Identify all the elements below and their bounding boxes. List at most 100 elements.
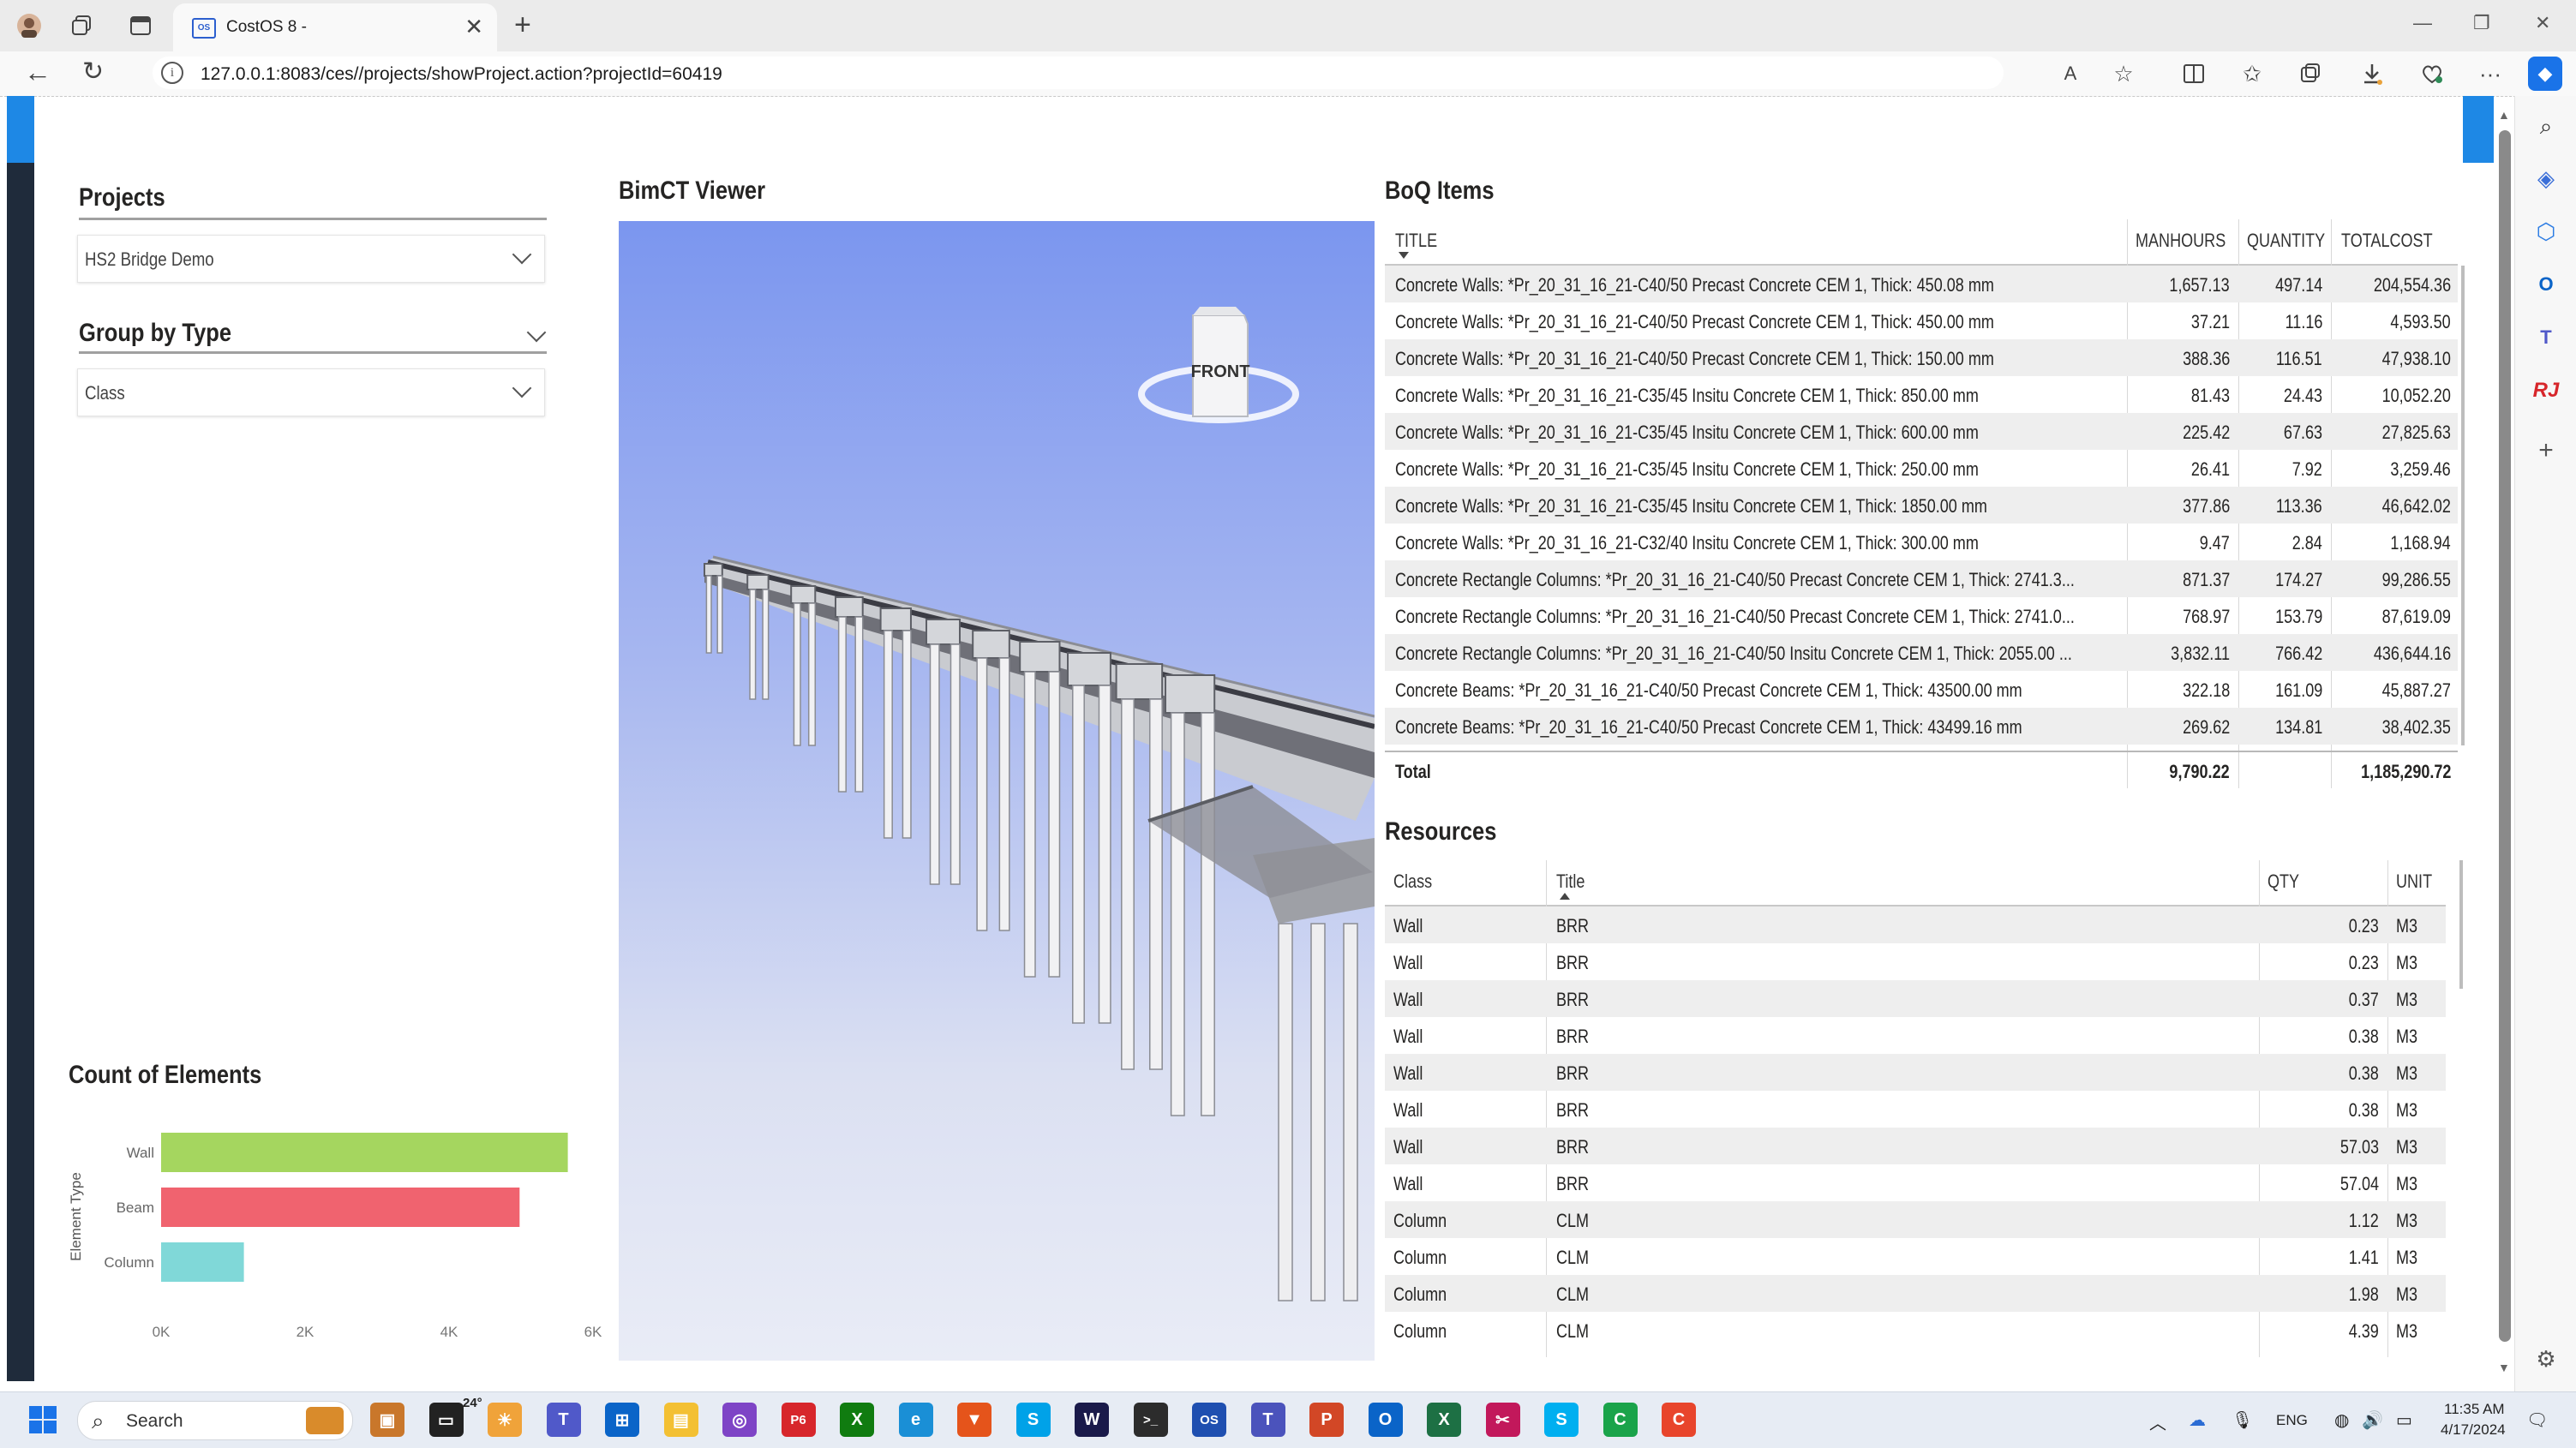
sidebar-settings-icon[interactable]: ⚙ bbox=[2531, 1343, 2561, 1374]
start-icon[interactable] bbox=[26, 1403, 60, 1437]
boq-row[interactable]: Concrete Walls: *Pr_20_31_16_21-C35/45 I… bbox=[1385, 413, 2458, 450]
workspaces-icon[interactable] bbox=[67, 10, 98, 41]
resource-row[interactable]: Column CLM 1.12 M3 bbox=[1385, 1201, 2446, 1238]
view-cube-icon[interactable]: FRONT bbox=[1138, 307, 1299, 423]
resource-row[interactable]: Wall BRR 57.04 M3 bbox=[1385, 1164, 2446, 1201]
app-rail-active-tab[interactable] bbox=[7, 96, 34, 163]
resource-row[interactable]: Column CLM 4.39 M3 bbox=[1385, 1312, 2446, 1349]
boq-col-totalcost[interactable]: TOTALCOST bbox=[2341, 230, 2433, 252]
bar-wall[interactable] bbox=[161, 1133, 568, 1172]
site-info-icon[interactable]: i bbox=[161, 62, 183, 84]
group-collapse-chevron-icon[interactable] bbox=[526, 322, 547, 343]
sort-asc-icon[interactable] bbox=[1560, 893, 1570, 900]
tab-actions-icon[interactable] bbox=[125, 10, 156, 41]
network-icon[interactable]: ◍ bbox=[2334, 1409, 2349, 1431]
projects-dropdown[interactable]: HS2 Bridge Demo bbox=[77, 235, 545, 283]
wacom-icon[interactable]: W bbox=[1075, 1403, 1109, 1437]
camtasia-icon[interactable]: C bbox=[1662, 1403, 1696, 1437]
powerpoint-icon[interactable]: P bbox=[1309, 1403, 1344, 1437]
copilot-icon[interactable]: ◆ bbox=[2528, 57, 2562, 91]
split-screen-icon[interactable] bbox=[2177, 57, 2211, 91]
resource-row[interactable]: Wall BRR 0.37 M3 bbox=[1385, 980, 2446, 1017]
favorite-star-icon[interactable]: ☆ bbox=[2106, 57, 2141, 91]
resource-row[interactable]: Wall BRR 0.38 M3 bbox=[1385, 1017, 2446, 1054]
store-icon[interactable]: ⊞ bbox=[605, 1403, 639, 1437]
weather-icon[interactable]: ☀ bbox=[488, 1403, 522, 1437]
boq-row[interactable]: Concrete Rectangle Columns: *Pr_20_31_16… bbox=[1385, 634, 2458, 671]
resources-scrollbar[interactable] bbox=[2459, 860, 2463, 989]
resource-row[interactable]: Column CLM 1.98 M3 bbox=[1385, 1275, 2446, 1312]
boq-row[interactable]: Concrete Beams: *Pr_20_31_16_21-C40/50 P… bbox=[1385, 708, 2458, 745]
sidebar-add-icon[interactable]: + bbox=[2531, 435, 2561, 466]
boq-row[interactable]: Concrete Walls: *Pr_20_31_16_21-C40/50 P… bbox=[1385, 302, 2458, 339]
favorites-icon[interactable]: ✩ bbox=[2235, 57, 2269, 91]
res-col-qty[interactable]: QTY bbox=[2267, 871, 2299, 893]
collections-icon[interactable] bbox=[2293, 57, 2327, 91]
resource-row[interactable]: Wall BRR 0.23 M3 bbox=[1385, 906, 2446, 943]
tab-costos[interactable]: OS CostOS 8 - ✕ bbox=[173, 3, 497, 51]
boq-row[interactable]: Concrete Walls: *Pr_20_31_16_21-C40/50 P… bbox=[1385, 339, 2458, 376]
notification-icon[interactable]: 🗨 bbox=[2526, 1409, 2548, 1431]
profile-avatar-icon[interactable] bbox=[14, 10, 45, 41]
scroll-thumb[interactable] bbox=[2499, 130, 2511, 1342]
bim-3d-viewer[interactable]: FRONT bbox=[619, 221, 1375, 1361]
boq-row[interactable]: Concrete Rectangle Columns: *Pr_20_31_16… bbox=[1385, 597, 2458, 634]
group-by-dropdown[interactable]: Class bbox=[77, 368, 545, 416]
scroll-up-icon[interactable]: ▲ bbox=[2498, 108, 2510, 122]
sidebar-outlook-icon[interactable]: O bbox=[2531, 269, 2561, 300]
sidebar-rj-icon[interactable]: RJ bbox=[2531, 375, 2561, 406]
back-icon[interactable]: ← bbox=[24, 57, 51, 88]
skype-icon[interactable]: S bbox=[1015, 1403, 1051, 1437]
close-window-icon[interactable]: ✕ bbox=[2535, 12, 2550, 34]
sidebar-teams-icon[interactable]: T bbox=[2531, 322, 2561, 353]
file-explorer-icon[interactable]: ▤ bbox=[663, 1403, 698, 1437]
volume-icon[interactable]: 🔊 bbox=[2362, 1409, 2383, 1431]
costos-icon[interactable]: OS bbox=[1192, 1403, 1226, 1437]
boq-row[interactable]: Concrete Walls: *Pr_20_31_16_21-C35/45 I… bbox=[1385, 450, 2458, 487]
xbox-icon[interactable]: X bbox=[840, 1403, 874, 1437]
tray-overflow-icon[interactable]: ︿ bbox=[2149, 1409, 2166, 1434]
clock-date[interactable]: 4/17/2024 bbox=[2441, 1421, 2506, 1439]
taskbar-search[interactable]: ⌕ Search bbox=[77, 1401, 353, 1440]
camtasia-green-icon[interactable]: C bbox=[1603, 1403, 1638, 1437]
sidebar-microsoft365-icon[interactable]: ⬡ bbox=[2531, 216, 2561, 247]
browser-essentials-icon[interactable] bbox=[2415, 57, 2449, 91]
widgets-icon[interactable]: ▣ bbox=[370, 1403, 404, 1437]
bar-column[interactable] bbox=[161, 1242, 244, 1282]
resource-row[interactable]: Column CLM 1.41 M3 bbox=[1385, 1238, 2446, 1275]
edge-icon[interactable]: e bbox=[898, 1403, 933, 1437]
resource-row[interactable]: Wall BRR 0.38 M3 bbox=[1385, 1054, 2446, 1091]
boq-row[interactable]: Concrete Rectangle Columns: *Pr_20_31_16… bbox=[1385, 560, 2458, 597]
sidebar-shopping-icon[interactable]: ◈ bbox=[2531, 163, 2561, 194]
address-field[interactable]: i 127.0.0.1:8083/ces//projects/showProje… bbox=[153, 57, 2004, 89]
skype-blue-icon[interactable]: S bbox=[1544, 1403, 1579, 1437]
boq-col-quantity[interactable]: QUANTITY bbox=[2247, 230, 2325, 252]
onedrive-icon[interactable]: ☁ bbox=[2189, 1409, 2206, 1431]
close-tab-icon[interactable]: ✕ bbox=[464, 14, 483, 40]
downloads-icon[interactable] bbox=[2355, 57, 2389, 91]
page-scrollbar[interactable]: ▲ ▼ bbox=[2495, 101, 2514, 1386]
boq-row[interactable]: Concrete Walls: *Pr_20_31_16_21-C40/50 P… bbox=[1385, 266, 2458, 302]
res-col-unit[interactable]: UNIT bbox=[2396, 871, 2432, 893]
bar-beam[interactable] bbox=[161, 1188, 520, 1227]
resource-row[interactable]: Wall BRR 0.23 M3 bbox=[1385, 943, 2446, 980]
report-panel-toggle[interactable] bbox=[2463, 96, 2494, 163]
boq-row[interactable]: Concrete Walls: *Pr_20_31_16_21-C35/45 I… bbox=[1385, 376, 2458, 413]
boq-scrollbar[interactable] bbox=[2461, 266, 2465, 745]
res-col-class[interactable]: Class bbox=[1393, 871, 1432, 893]
clock-time[interactable]: 11:35 AM bbox=[2444, 1401, 2505, 1418]
p6-icon[interactable]: P6 bbox=[781, 1403, 816, 1437]
excel-icon[interactable]: X bbox=[1427, 1403, 1461, 1437]
resource-row[interactable]: Wall BRR 57.03 M3 bbox=[1385, 1128, 2446, 1164]
snipping-icon[interactable]: ✂ bbox=[1485, 1403, 1520, 1437]
new-tab-icon[interactable]: + bbox=[514, 9, 531, 42]
boq-row[interactable]: Concrete Walls: *Pr_20_31_16_21-C35/45 I… bbox=[1385, 487, 2458, 524]
teams-work-icon[interactable]: T bbox=[1250, 1403, 1285, 1437]
outlook-icon[interactable]: O bbox=[1368, 1403, 1403, 1437]
task-view-icon[interactable]: ▭ bbox=[428, 1403, 464, 1437]
minimize-icon[interactable]: — bbox=[2413, 12, 2432, 34]
sidebar-search-icon[interactable]: ⌕ bbox=[2531, 111, 2561, 142]
more-menu-icon[interactable]: ··· bbox=[2473, 57, 2507, 91]
restore-icon[interactable]: ❐ bbox=[2473, 12, 2490, 34]
terminal-icon[interactable]: >_ bbox=[1133, 1403, 1168, 1437]
